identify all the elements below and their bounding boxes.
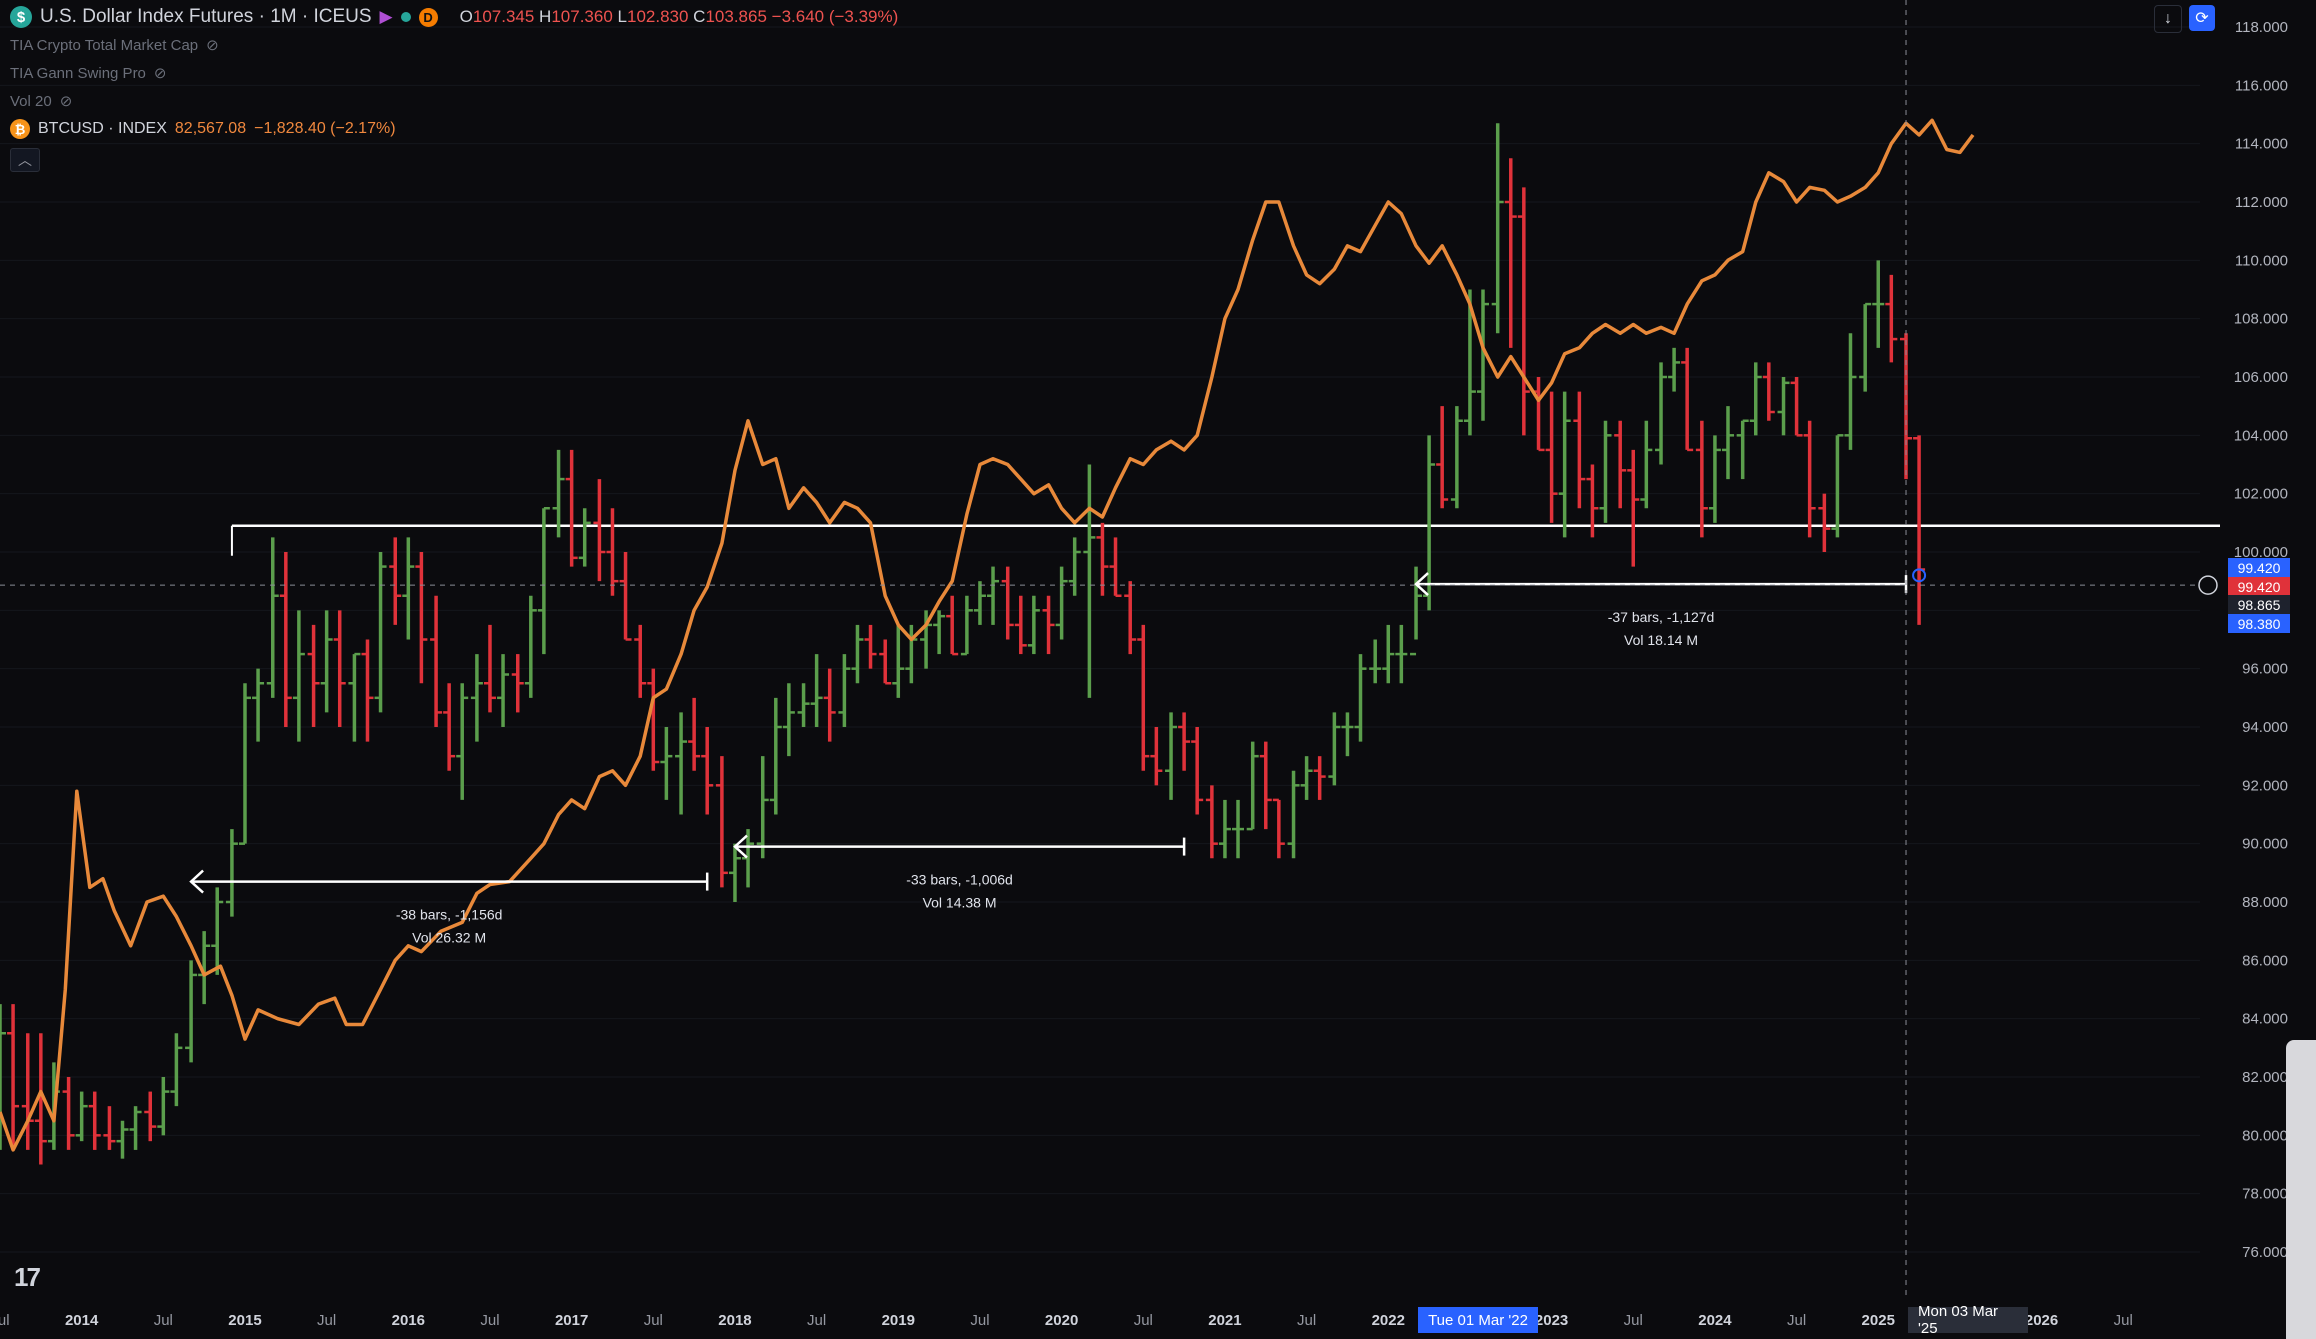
time-tick-label: 2024 (1698, 1312, 1732, 1329)
price-tag-label: 99.420 (2228, 558, 2290, 577)
time-tick-label: 2018 (718, 1312, 751, 1329)
price-tick-label: 114.000 (2235, 136, 2288, 153)
time-tick-label: 2025 (1862, 1312, 1895, 1329)
main-series-legend[interactable]: $ U.S. Dollar Index Futures · 1M · ICEUS… (10, 6, 898, 28)
price-tick-label: 96.000 (2242, 661, 2288, 678)
btc-symbol-name: BTCUSD · INDEX (38, 120, 167, 138)
price-tick-label: 104.000 (2234, 427, 2288, 444)
price-axis[interactable]: 118.000 116.000 114.000 112.000 110.000 108.0… (2234, 19, 2288, 1261)
price-tick-label: 92.000 (2242, 777, 2288, 794)
data-delay-badge[interactable]: D (419, 8, 438, 27)
price-chart[interactable]: -38 bars, -1,156d Vol 26.32 M -33 bars, -1… (0, 0, 2316, 1339)
collapse-legend-button[interactable]: ︿ (10, 148, 40, 172)
time-tick-label: Jul (1787, 1312, 1806, 1329)
sync-button[interactable]: ⟳ (2189, 5, 2215, 31)
time-tick-label: Jul (1134, 1312, 1153, 1329)
time-tick-label: 2022 (1372, 1312, 1405, 1329)
symbol-title[interactable]: U.S. Dollar Index Futures · 1M · ICEUS (40, 6, 372, 28)
btc-change: −1,828.40 (−2.17%) (254, 120, 395, 138)
price-tick-label: 80.000 (2242, 1127, 2288, 1144)
btc-value: 82,567.08 (175, 120, 246, 138)
date-tag-highlight: Tue 01 Mar '22 (1418, 1307, 1538, 1333)
crosshair (0, 0, 2217, 1300)
price-tick-label: 118.000 (2235, 19, 2288, 36)
measure-bars-label: -37 bars, -1,127d (1608, 609, 1715, 625)
indicator-legend-crypto-cap[interactable]: TIA Crypto Total Market Cap ⊘ (10, 36, 219, 54)
price-tick-label: 102.000 (2234, 486, 2288, 503)
price-tick-label: 94.000 (2242, 719, 2288, 736)
time-tick-label: 2016 (392, 1312, 425, 1329)
measure-bars-label: -33 bars, -1,006d (906, 872, 1013, 888)
market-status-icon (401, 12, 411, 22)
flag-icon[interactable]: ▶ (380, 7, 393, 27)
price-tick-label: 82.000 (2242, 1069, 2288, 1086)
time-tick-label: 2019 (882, 1312, 915, 1329)
time-tick-label: 2017 (555, 1312, 588, 1329)
ohlc-readout: O107.345 H107.360 L102.830 C103.865 −3.6… (460, 7, 899, 27)
time-tick-label: Jul (2114, 1312, 2133, 1329)
symbol-logo-icon: $ (10, 6, 32, 28)
time-tick-label: 2026 (2025, 1312, 2058, 1329)
measure-vol-label: Vol 26.32 M (412, 930, 486, 946)
arrow-down-icon: ↓ (2164, 10, 2172, 28)
price-tag-crosshair: 98.865 (2228, 595, 2290, 614)
price-tick-label: 86.000 (2242, 952, 2288, 969)
time-tick-label: Jul (480, 1312, 499, 1329)
indicator-legend-volume[interactable]: Vol 20 ⊘ (10, 92, 72, 110)
time-tick-label: Jul (154, 1312, 173, 1329)
horizontal-level-line[interactable] (232, 526, 2220, 556)
time-tick-label: Jul (1297, 1312, 1316, 1329)
time-tick-label: 2015 (228, 1312, 261, 1329)
indicator-legend-gann-swing[interactable]: TIA Gann Swing Pro ⊘ (10, 64, 166, 82)
side-panel-handle[interactable] (2286, 1040, 2316, 1339)
tradingview-logo[interactable]: 17 (14, 1262, 39, 1293)
price-tick-label: 112.000 (2235, 194, 2288, 211)
time-axis[interactable]: Jul 2014 Jul 2015 Jul 2016 Jul 2017 Jul 2018 Jul 20… (0, 1312, 2133, 1329)
time-tick-label: 2023 (1535, 1312, 1568, 1329)
download-button[interactable]: ↓ (2154, 5, 2182, 33)
price-tick-label: 108.000 (2234, 311, 2288, 328)
measure-vol-label: Vol 14.38 M (923, 895, 997, 911)
price-tick-label: 110.000 (2235, 252, 2288, 269)
price-tick-label: 90.000 (2242, 836, 2288, 853)
measure-vol-label: Vol 18.14 M (1624, 632, 1698, 648)
time-tick-label: 2021 (1208, 1312, 1241, 1329)
btc-series-legend[interactable]: ₿ BTCUSD · INDEX 82,567.08 −1,828.40 (−2… (10, 119, 396, 139)
time-tick-label: Jul (970, 1312, 989, 1329)
add-alert-icon[interactable] (2199, 576, 2217, 594)
price-tag-last: 99.420 (2228, 577, 2290, 596)
price-tick-label: 88.000 (2242, 894, 2288, 911)
price-tick-label: 76.000 (2242, 1244, 2288, 1261)
time-tick-label: Jul (644, 1312, 663, 1329)
price-tick-label: 116.000 (2235, 77, 2288, 94)
measure-bars-label: -38 bars, -1,156d (396, 907, 503, 923)
time-tick-label: Jul (807, 1312, 826, 1329)
time-tick-label: Jul (0, 1312, 10, 1329)
price-tick-label: 78.000 (2242, 1186, 2288, 1203)
time-tick-label: Jul (1624, 1312, 1643, 1329)
refresh-icon: ⟳ (2195, 8, 2208, 28)
date-tag-crosshair: Mon 03 Mar '25 (1908, 1307, 2028, 1333)
price-tag-low: 98.380 (2228, 614, 2290, 633)
hidden-eye-icon[interactable]: ⊘ (154, 64, 167, 82)
hidden-eye-icon[interactable]: ⊘ (206, 36, 219, 54)
time-tick-label: Jul (317, 1312, 336, 1329)
hidden-eye-icon[interactable]: ⊘ (60, 92, 73, 110)
bitcoin-icon: ₿ (10, 119, 30, 139)
chevron-up-icon: ︿ (18, 150, 32, 170)
price-tick-label: 84.000 (2242, 1011, 2288, 1028)
time-tick-label: 2014 (65, 1312, 99, 1329)
time-tick-label: 2020 (1045, 1312, 1078, 1329)
price-tick-label: 106.000 (2234, 369, 2288, 386)
